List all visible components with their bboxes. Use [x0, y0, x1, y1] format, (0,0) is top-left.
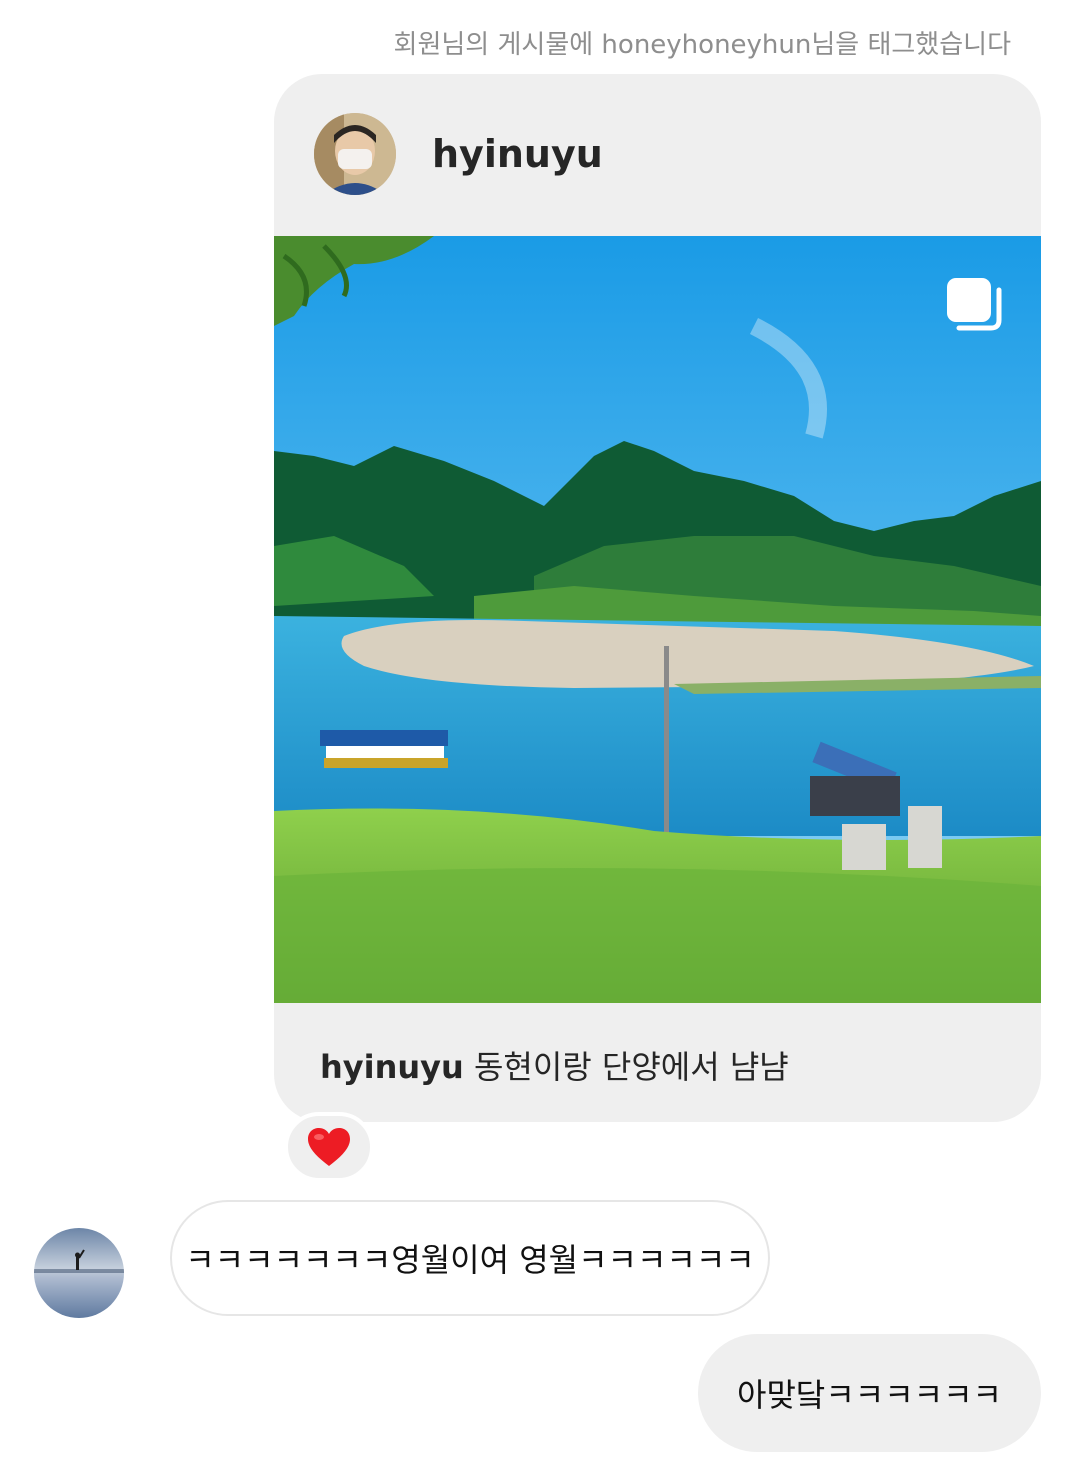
outgoing-message-bubble[interactable]: 아맞닼ㅋㅋㅋㅋㅋㅋ	[698, 1334, 1041, 1452]
author-username[interactable]: hyinuyu	[432, 132, 603, 176]
heart-reaction[interactable]	[284, 1112, 374, 1182]
heart-icon	[308, 1128, 350, 1166]
shared-post-card[interactable]: hyinuyu hyinuyu 동현이랑 단양에서 냠냠	[274, 74, 1041, 1122]
caption-text: 동현이랑 단양에서 냠냠	[473, 1048, 789, 1086]
post-header[interactable]: hyinuyu	[274, 74, 1041, 236]
caption-username[interactable]: hyinuyu	[320, 1048, 464, 1086]
incoming-message-bubble[interactable]: ㅋㅋㅋㅋㅋㅋㅋ영월이여 영월ㅋㅋㅋㅋㅋㅋ	[170, 1200, 770, 1316]
author-avatar[interactable]	[314, 113, 396, 195]
post-caption: hyinuyu 동현이랑 단양에서 냠냠	[320, 1042, 789, 1088]
multiple-photos-icon	[945, 276, 1005, 336]
friend-avatar[interactable]	[34, 1228, 124, 1318]
post-photo[interactable]	[274, 236, 1041, 1003]
tag-notice: 회원님의 게시물에 honeyhoneyhun님을 태그했습니다	[393, 30, 1011, 60]
